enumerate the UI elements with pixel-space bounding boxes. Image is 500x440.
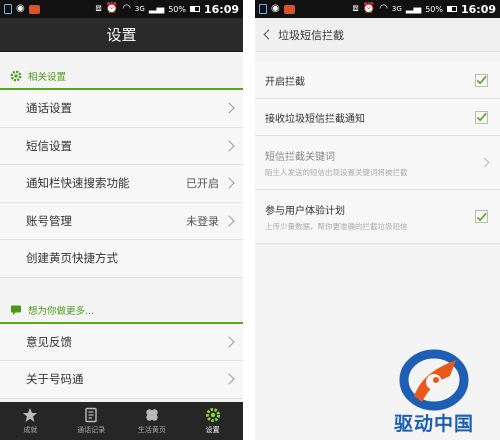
signal-icon: ▂▄: [148, 3, 165, 14]
chevron-right-icon: [223, 102, 235, 114]
item-value: 未登录: [186, 214, 219, 228]
nav-call-log[interactable]: 通话记录: [61, 402, 122, 440]
gear-icon: [205, 408, 220, 422]
settings-item-sms[interactable]: 短信设置: [0, 127, 243, 165]
status-bar: ◉ ⧈ ⏰ ◠ 3G ▂▄ 50% 16:09: [0, 0, 243, 18]
app-notification-icon: [283, 4, 295, 14]
item-label: 短信拦截关键词: [265, 151, 335, 163]
item-label: 意见反馈: [26, 334, 72, 349]
app-notification-icon: [28, 4, 40, 14]
item-label: 通知栏快速搜索功能: [26, 176, 130, 191]
alarm-icon: ⏰: [362, 3, 376, 14]
network-type: 3G: [134, 5, 145, 13]
wifi-icon: ◠: [379, 3, 388, 14]
section-header-related: 相关设置: [0, 64, 243, 90]
sim-icon: [4, 4, 12, 14]
nav-label: 设置: [205, 426, 220, 434]
bottom-nav: 成就 通话记录 生活黄页 设置: [0, 402, 243, 440]
wifi-icon: ◠: [122, 3, 131, 14]
settings-item-quick-search[interactable]: 通知栏快速搜索功能 已开启: [0, 165, 243, 203]
item-label: 账号管理: [26, 213, 72, 228]
section-title: 想为你做更多...: [28, 305, 95, 317]
watermark-logo: 驱动中国: [374, 346, 494, 436]
spam-sms-block-screen: ◉ ⧈ ⏰ ◠ 3G ▂▄ 50% 16:09 垃圾短信拦截 开启拦截 接收垃圾…: [255, 0, 500, 440]
gear-icon: [10, 70, 22, 82]
toggle-enable-block[interactable]: 开启拦截: [255, 62, 500, 99]
sim-icon: [259, 4, 267, 14]
star-icon: [23, 408, 38, 422]
alarm-icon: ⏰: [105, 3, 119, 14]
chevron-right-icon: [223, 373, 235, 385]
nav-yellow-pages[interactable]: 生活黄页: [122, 402, 183, 440]
nav-label: 成就: [23, 426, 38, 434]
page-title: 垃圾短信拦截: [278, 28, 344, 42]
item-label: 接收垃圾短信拦截通知: [265, 113, 365, 125]
settings-item-about[interactable]: 关于号码通: [0, 361, 243, 399]
clock: 16:09: [203, 2, 239, 16]
notification-checkbox[interactable]: [475, 110, 488, 124]
vibrate-icon: ⧈: [95, 3, 102, 14]
section-header-more: 想为你做更多...: [0, 298, 243, 324]
checkmark-icon: [476, 112, 487, 122]
vibrate-icon: ⧈: [352, 3, 359, 14]
item-value: 已开启: [186, 177, 219, 191]
logo-emblem-icon: [399, 349, 469, 411]
wifi-small-icon: ◉: [271, 3, 280, 14]
chevron-right-icon: [479, 157, 490, 168]
toggle-block-notification[interactable]: 接收垃圾短信拦截通知: [255, 99, 500, 136]
status-bar: ◉ ⧈ ⏰ ◠ 3G ▂▄ 50% 16:09: [255, 0, 500, 18]
chevron-right-icon: [223, 215, 235, 227]
nav-settings[interactable]: 设置: [182, 402, 243, 440]
chevron-right-icon: [223, 140, 235, 152]
item-description: 陌生人发送的短信出现设置关键词将被拦截: [265, 167, 408, 177]
back-header[interactable]: 垃圾短信拦截: [255, 18, 500, 52]
settings-item-feedback[interactable]: 意见反馈: [0, 323, 243, 361]
settings-item-call[interactable]: 通话设置: [0, 90, 243, 128]
section-title: 相关设置: [28, 72, 67, 83]
item-label: 关于号码通: [26, 372, 84, 387]
call-log-icon: [85, 407, 97, 423]
toggle-experience-plan[interactable]: 参与用户体验计划 上传少量数据，帮你更准确的拦截垃圾短信: [255, 190, 500, 244]
battery-icon: [189, 6, 200, 12]
battery-percent: 50%: [425, 4, 443, 14]
network-type: 3G: [391, 5, 402, 13]
chevron-right-icon: [223, 177, 235, 189]
nav-label: 生活黄页: [137, 426, 166, 434]
watermark-text: 驱动中国: [393, 413, 474, 435]
settings-item-account[interactable]: 账号管理 未登录: [0, 202, 243, 240]
back-arrow-icon[interactable]: [263, 29, 274, 40]
battery-icon: [446, 6, 457, 12]
enable-block-checkbox[interactable]: [475, 73, 488, 87]
item-label: 通话设置: [26, 101, 72, 116]
nav-label: 通话记录: [77, 426, 106, 434]
item-label: 开启拦截: [265, 76, 305, 88]
clock: 16:09: [460, 2, 496, 16]
wifi-small-icon: ◉: [16, 3, 25, 14]
item-description: 上传少量数据，帮你更准确的拦截垃圾短信: [265, 221, 408, 231]
settings-item-shortcut[interactable]: 创建黄页快捷方式: [0, 240, 243, 278]
settings-screen: ◉ ⧈ ⏰ ◠ 3G ▂▄ 50% 16:09 设置 相关设置 通话设置 短信设…: [0, 0, 243, 440]
block-keywords-item[interactable]: 短信拦截关键词 陌生人发送的短信出现设置关键词将被拦截: [255, 136, 500, 190]
item-label: 创建黄页快捷方式: [26, 251, 118, 266]
clover-icon: [146, 409, 158, 421]
experience-plan-checkbox[interactable]: [475, 210, 488, 223]
chat-bubble-icon: [10, 304, 22, 316]
signal-icon: ▂▄: [405, 3, 422, 14]
checkmark-icon: [476, 75, 487, 85]
checkmark-icon: [476, 212, 487, 221]
battery-percent: 50%: [168, 4, 186, 14]
item-label: 短信设置: [26, 138, 72, 153]
chevron-right-icon: [223, 336, 235, 348]
nav-achievements[interactable]: 成就: [0, 402, 61, 440]
item-label: 参与用户体验计划: [265, 205, 345, 217]
page-title: 设置: [0, 18, 243, 52]
